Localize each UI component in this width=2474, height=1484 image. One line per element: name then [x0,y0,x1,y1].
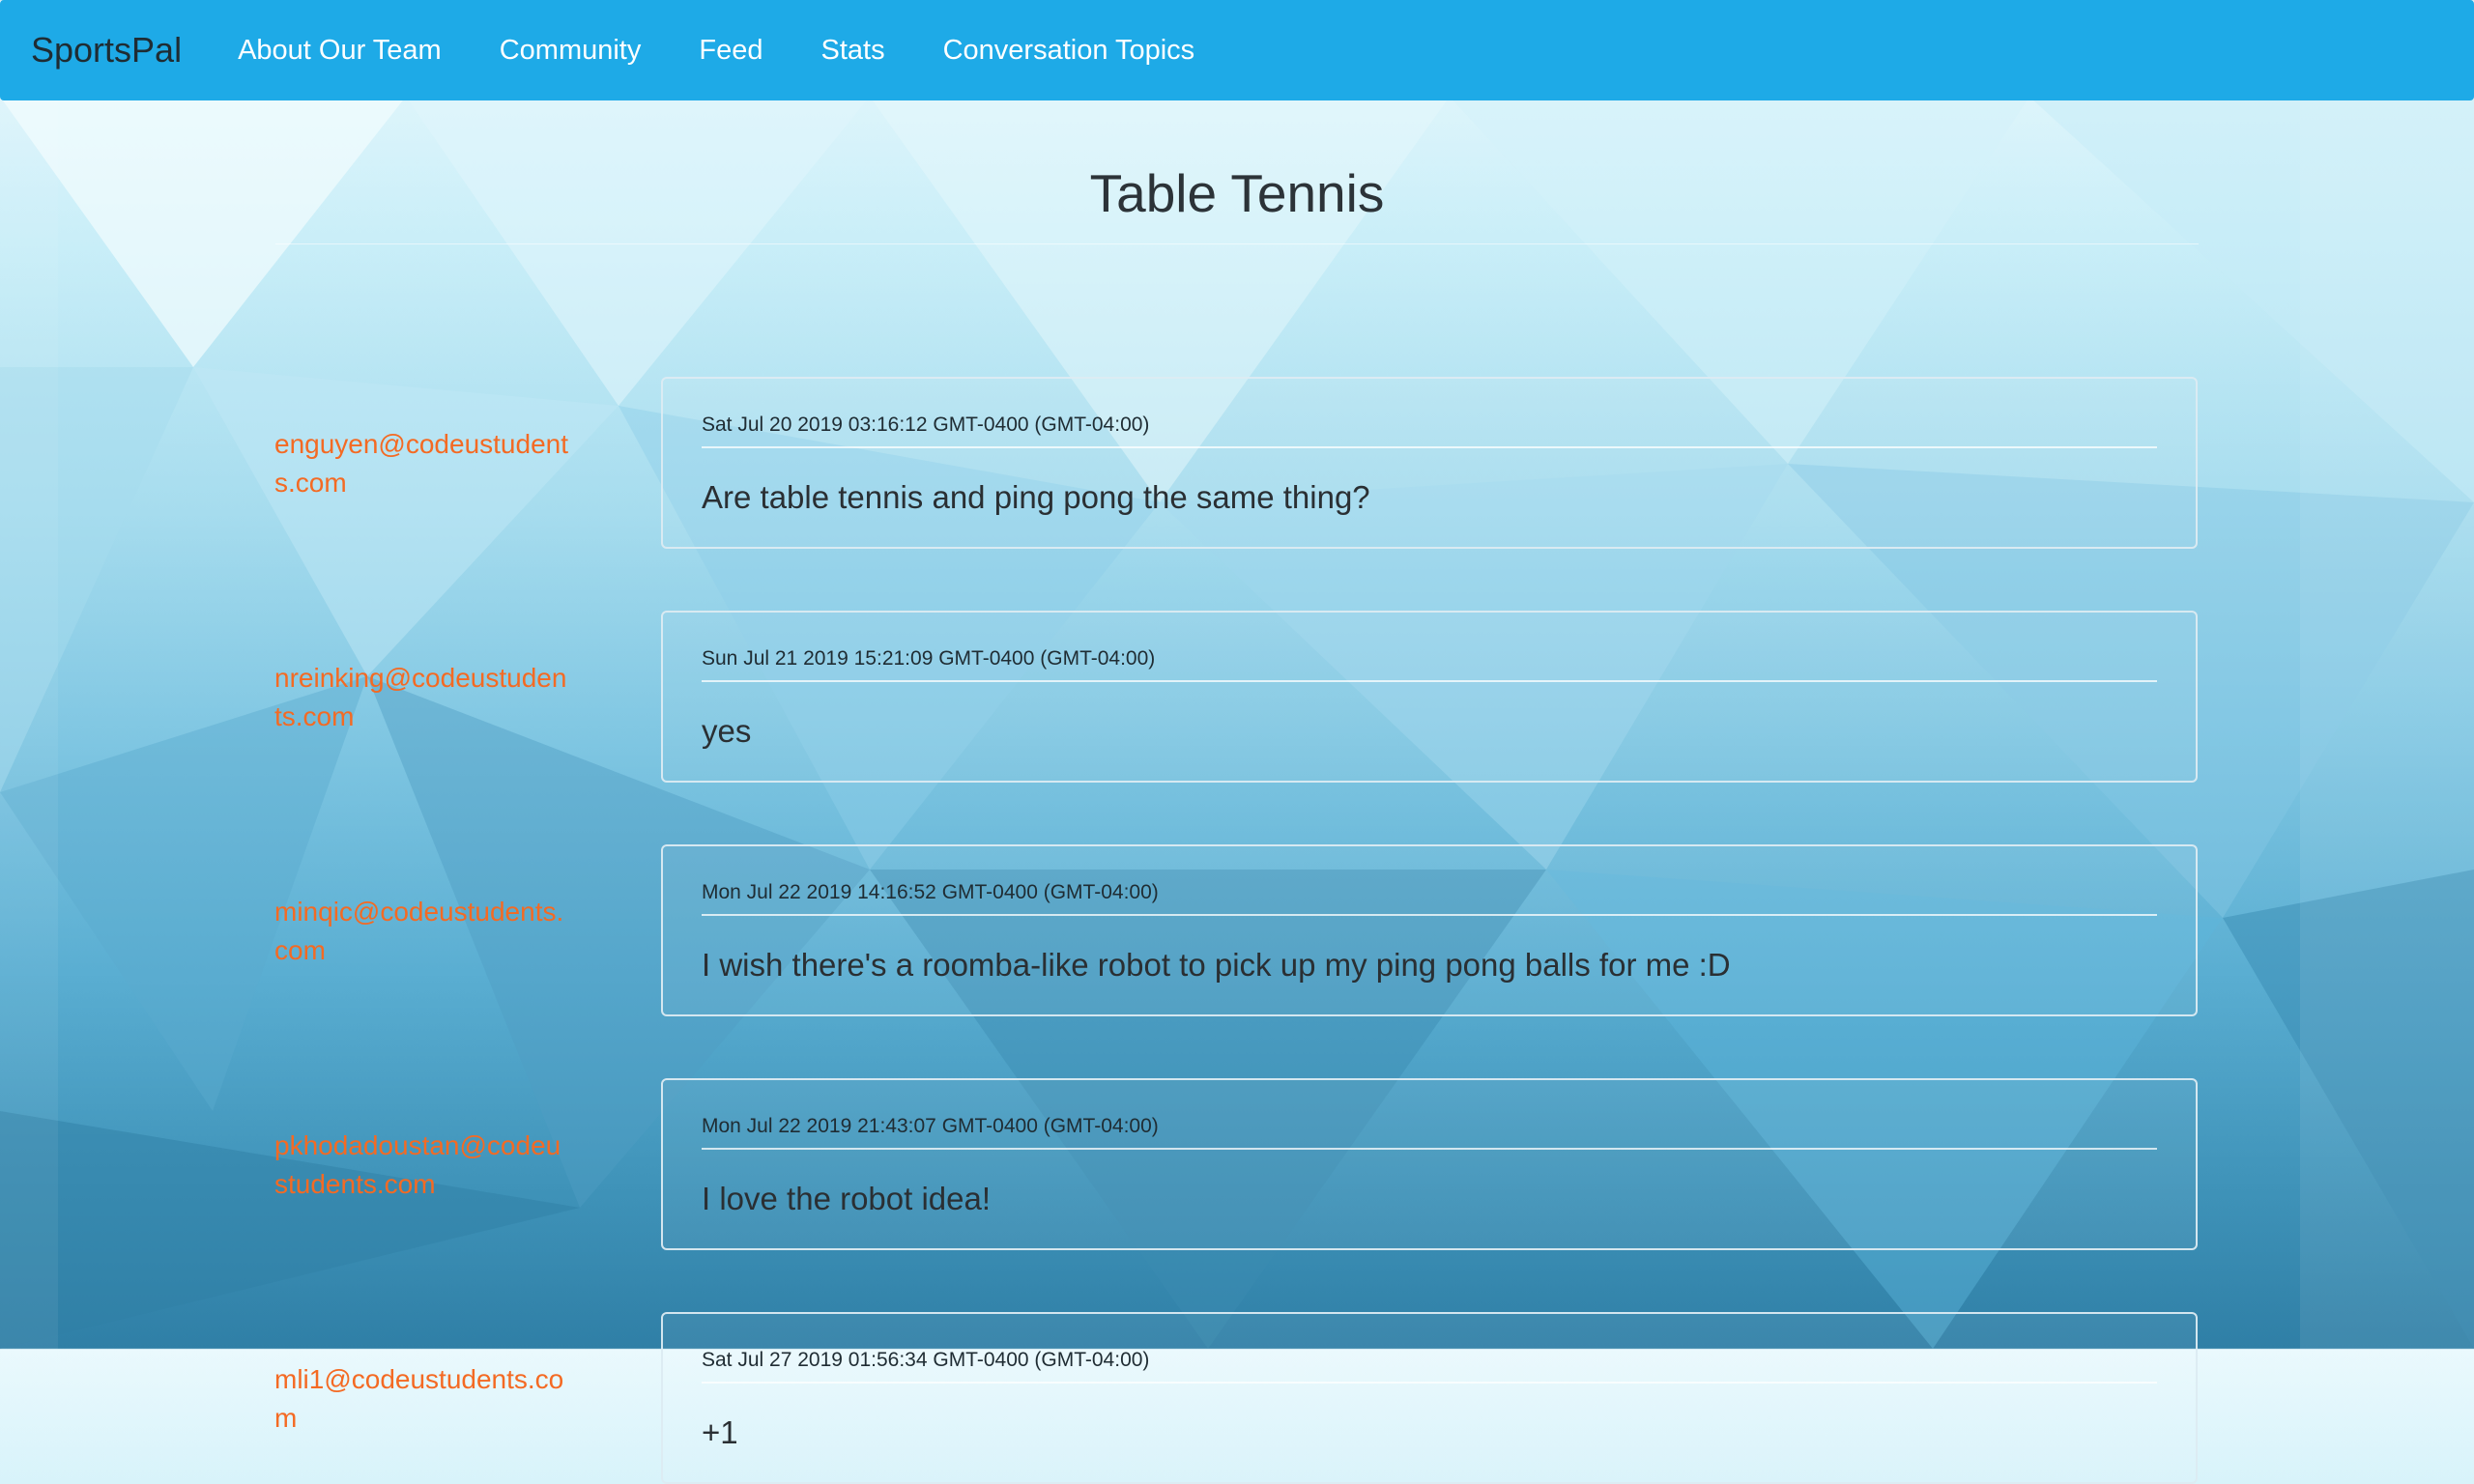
nav-link-community[interactable]: Community [500,35,642,67]
message-timestamp: Mon Jul 22 2019 21:43:07 GMT-0400 (GMT-0… [702,1115,1159,1137]
message-card: Mon Jul 22 2019 14:16:52 GMT-0400 (GMT-0… [661,844,2198,1016]
message-timestamp: Sun Jul 21 2019 15:21:09 GMT-0400 (GMT-0… [702,647,1156,670]
message-text: +1 [702,1414,738,1450]
page-title: Table Tennis [1089,163,1385,223]
message-author-link[interactable]: pkhodadoustan@codeustudents.com [274,1127,574,1204]
message-divider [702,680,2157,682]
message-text: I wish there's a roomba-like robot to pi… [702,947,1731,983]
message-author-link[interactable]: nreinking@codeustudents.com [274,659,574,736]
message-text: I love the robot idea! [702,1181,992,1216]
nav-link-feed[interactable]: Feed [699,35,762,67]
message-divider [702,446,2157,448]
message-divider [702,1382,2157,1384]
message-divider [702,914,2157,916]
message-card: Sun Jul 21 2019 15:21:09 GMT-0400 (GMT-0… [661,611,2198,783]
message-author-link[interactable]: minqic@codeustudents.com [274,893,574,970]
nav-link-about-our-team[interactable]: About Our Team [238,35,442,67]
message-card: Sat Jul 20 2019 03:16:12 GMT-0400 (GMT-0… [661,377,2198,549]
message-card: Mon Jul 22 2019 21:43:07 GMT-0400 (GMT-0… [661,1078,2198,1250]
message-text: Are table tennis and ping pong the same … [702,479,1370,515]
message-author-link[interactable]: mli1@codeustudents.com [274,1360,574,1438]
topic-page: Table Tennis enguyen@codeustudents.com S… [0,100,2474,1484]
message-card: Sat Jul 27 2019 01:56:34 GMT-0400 (GMT-0… [661,1312,2198,1484]
top-navbar: SportsPal About Our Team Community Feed … [0,0,2474,100]
message-timestamp: Mon Jul 22 2019 14:16:52 GMT-0400 (GMT-0… [702,881,1159,903]
nav-link-conversation-topics[interactable]: Conversation Topics [943,35,1195,67]
title-divider [275,243,2199,244]
message-divider [702,1148,2157,1150]
message-author-link[interactable]: enguyen@codeustudents.com [274,425,574,502]
brand-logo-link[interactable]: SportsPal [31,30,182,71]
message-text: yes [702,713,752,749]
message-timestamp: Sat Jul 27 2019 01:56:34 GMT-0400 (GMT-0… [702,1349,1150,1371]
nav-link-stats[interactable]: Stats [820,35,884,67]
message-timestamp: Sat Jul 20 2019 03:16:12 GMT-0400 (GMT-0… [702,414,1150,436]
